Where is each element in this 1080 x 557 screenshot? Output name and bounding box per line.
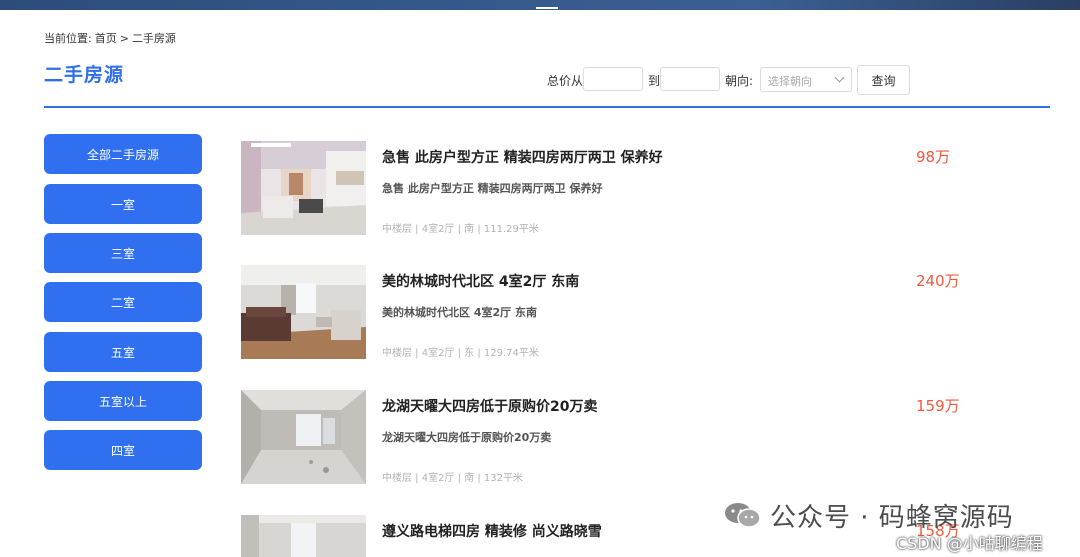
listing-photo[interactable] [241,515,366,557]
listing-meta: 中楼层 | 4室2厅 | 南 | 132平米 [382,473,523,484]
listing-price: 98万 [916,148,951,166]
breadcrumb-home-link[interactable]: 首页 [95,32,117,45]
price-from-label: 总价从 [547,74,584,88]
listing-title[interactable]: 美的林城时代北区 4室2厅 东南 [382,271,579,291]
listing-item[interactable]: 美的林城时代北区 4室2厅 东南 美的林城时代北区 4室2厅 东南 中楼层 | … [241,265,961,359]
price-to-input[interactable] [660,67,720,91]
listing-photo[interactable] [241,390,366,484]
chevron-down-icon [834,72,845,83]
listing-subtitle: 急售 此房户型方正 精装四房两厅两卫 保养好 [382,182,603,195]
listing-meta: 中楼层 | 4室2厅 | 东 | 129.74平米 [382,348,539,359]
breadcrumb-current: 二手房源 [131,32,176,45]
sidebar-item-all[interactable]: 全部二手房源 [44,134,202,174]
title-divider [44,106,1050,108]
wechat-icon [724,501,762,529]
listing-price: 159万 [916,397,960,415]
breadcrumb-separator: > [119,32,129,45]
sidebar-item-five-room[interactable]: 五室 [44,332,202,372]
price-to-label: 到 [648,74,661,88]
listing-subtitle: 美的林城时代北区 4室2厅 东南 [382,306,537,319]
sidebar-item-three-room[interactable]: 三室 [44,233,202,273]
watermark-credit: CSDN @小咕聊编程 [896,534,1043,553]
sidebar-item-two-room[interactable]: 二室 [44,282,202,322]
listing-subtitle: 龙湖天曜大四房低于原购价20万卖 [382,431,552,444]
listing-title[interactable]: 急售 此房户型方正 精装四房两厅两卫 保养好 [382,147,663,167]
orientation-placeholder: 选择朝向 [768,75,812,88]
orientation-select[interactable]: 选择朝向 [760,67,852,92]
top-banner [0,0,1080,10]
orientation-label: 朝向: [725,74,754,88]
sidebar-item-one-room[interactable]: 一室 [44,184,202,224]
listing-meta: 中楼层 | 4室2厅 | 南 | 111.29平米 [382,224,539,235]
watermark-text: 公众号 · 码蜂窝源码 [770,502,1014,533]
page-title: 二手房源 [44,64,125,86]
listing-item[interactable]: 急售 此房户型方正 精装四房两厅两卫 保养好 急售 此房户型方正 精装四房两厅两… [241,141,961,235]
listing-photo[interactable] [241,141,366,235]
listing-title[interactable]: 遵义路电梯四房 精装修 尚义路晓雪 [382,521,602,541]
breadcrumb: 当前位置: 首页 > 二手房源 [44,30,179,46]
sidebar-item-five-plus-room[interactable]: 五室以上 [44,381,202,421]
query-button[interactable]: 查询 [857,65,910,95]
listing-photo[interactable] [241,265,366,359]
price-from-input[interactable] [583,67,643,91]
watermark: 公众号 · 码蜂窝源码 [724,498,1014,533]
sidebar-item-four-room[interactable]: 四室 [44,430,202,470]
breadcrumb-prefix: 当前位置: [44,32,92,45]
nav-active-indicator [536,7,558,9]
listing-title[interactable]: 龙湖天曜大四房低于原购价20万卖 [382,396,597,416]
listing-price: 240万 [916,272,960,290]
listing-item[interactable]: 龙湖天曜大四房低于原购价20万卖 龙湖天曜大四房低于原购价20万卖 中楼层 | … [241,390,961,484]
